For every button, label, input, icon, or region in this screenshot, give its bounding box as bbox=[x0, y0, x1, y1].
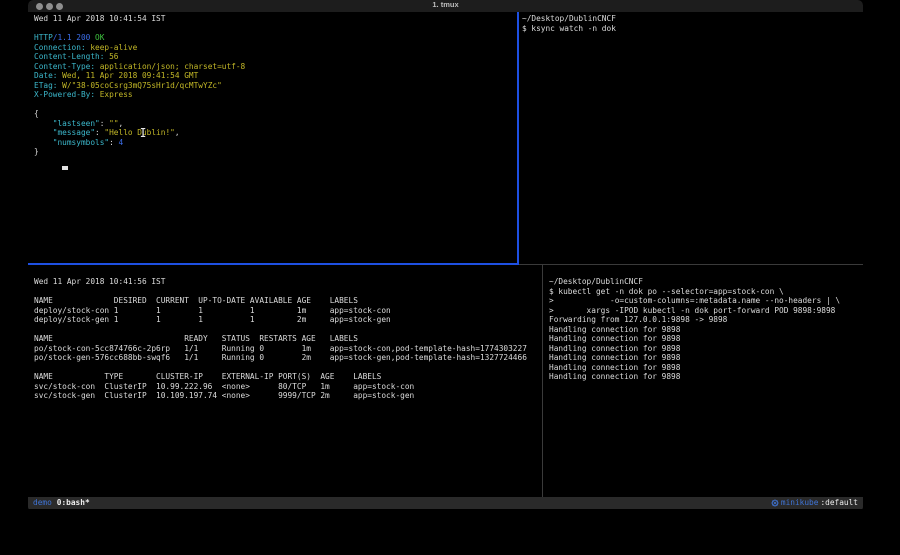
terminal-line: deploy/stock-gen 1 1 1 1 2m app=stock-ge… bbox=[34, 315, 542, 325]
desktop-background: 1. tmux Wed 11 Apr 2018 10:41:54 IST HTT… bbox=[0, 0, 900, 555]
terminal-line: po/stock-gen-576cc688bb-swqf6 1/1 Runnin… bbox=[34, 353, 542, 363]
terminal-line: Content-Length: 56 bbox=[34, 52, 517, 62]
terminal-line: Content-Type: application/json; charset=… bbox=[34, 62, 517, 72]
terminal-line: Wed 11 Apr 2018 10:41:54 IST bbox=[34, 14, 517, 24]
terminal-line: deploy/stock-con 1 1 1 1 1m app=stock-co… bbox=[34, 306, 542, 316]
terminal-line: po/stock-con-5cc874766c-2p6rp 1/1 Runnin… bbox=[34, 344, 542, 354]
terminal-line: { bbox=[34, 109, 517, 119]
tmux-status-bar: demo 0:bash* minikube:default bbox=[28, 497, 863, 509]
terminal-line: ~/Desktop/DublinCNCF bbox=[549, 277, 863, 287]
terminal-line: ETag: W/"38-05coCsrg3mQ75sHr1d/qcMTwYZc" bbox=[34, 81, 517, 91]
terminal-cursor bbox=[62, 166, 68, 170]
terminal-line: ~/Desktop/DublinCNCF bbox=[522, 14, 863, 24]
terminal-line bbox=[34, 24, 517, 34]
terminal-line: Forwarding from 127.0.0.1:9898 -> 9898 bbox=[549, 315, 863, 325]
pane-kubectl-resources[interactable]: Wed 11 Apr 2018 10:41:56 IST NAME DESIRE… bbox=[28, 265, 542, 497]
terminal-window: 1. tmux Wed 11 Apr 2018 10:41:54 IST HTT… bbox=[28, 0, 863, 510]
terminal-line: Handling connection for 9898 bbox=[549, 344, 863, 354]
terminal-line: } bbox=[34, 147, 517, 157]
terminal-line: "lastseen": "", bbox=[34, 119, 517, 129]
status-right: minikube:default bbox=[771, 497, 858, 509]
pane-port-forward[interactable]: ~/Desktop/DublinCNCF$ kubectl get -n dok… bbox=[544, 265, 863, 497]
terminal-line: > xargs -IPOD kubectl -n dok port-forwar… bbox=[549, 306, 863, 316]
terminal-line: Handling connection for 9898 bbox=[549, 372, 863, 382]
terminal-line: NAME READY STATUS RESTARTS AGE LABELS bbox=[34, 334, 542, 344]
terminal-line: NAME DESIRED CURRENT UP-TO-DATE AVAILABL… bbox=[34, 296, 542, 306]
terminal-line: svc/stock-con ClusterIP 10.99.222.96 <no… bbox=[34, 382, 542, 392]
terminal-line: X-Powered-By: Express bbox=[34, 90, 517, 100]
pane-http-response[interactable]: Wed 11 Apr 2018 10:41:54 IST HTTP/1.1 20… bbox=[28, 12, 517, 263]
terminal-line bbox=[34, 325, 542, 335]
kube-context: minikube bbox=[781, 497, 819, 509]
mouse-cursor-ibeam bbox=[140, 127, 147, 138]
terminal-line: "message": "Hello Dublin!", bbox=[34, 128, 517, 138]
terminal-line bbox=[34, 287, 542, 297]
terminal-line: "numsymbols": 4 bbox=[34, 138, 517, 148]
terminal-line: Wed 11 Apr 2018 10:41:56 IST bbox=[34, 277, 542, 287]
session-name: demo bbox=[33, 497, 52, 509]
kube-namespace: :default bbox=[820, 497, 858, 509]
terminal-line: $ ksync watch -n dok bbox=[522, 24, 863, 34]
tmux-terminal: Wed 11 Apr 2018 10:41:54 IST HTTP/1.1 20… bbox=[28, 12, 863, 497]
terminal-line: > -o=custom-columns=:metadata.name --no-… bbox=[549, 296, 863, 306]
terminal-line: Connection: keep-alive bbox=[34, 43, 517, 53]
terminal-line: Handling connection for 9898 bbox=[549, 334, 863, 344]
terminal-line: Handling connection for 9898 bbox=[549, 363, 863, 373]
terminal-line: svc/stock-gen ClusterIP 10.109.197.74 <n… bbox=[34, 391, 542, 401]
terminal-line bbox=[34, 100, 517, 110]
window-title: 1. tmux bbox=[28, 0, 863, 12]
window-tab-bash[interactable]: 0:bash* bbox=[57, 497, 90, 509]
terminal-line: NAME TYPE CLUSTER-IP EXTERNAL-IP PORT(S)… bbox=[34, 372, 542, 382]
window-titlebar[interactable]: 1. tmux bbox=[28, 0, 863, 12]
terminal-line: HTTP/1.1 200 OK bbox=[34, 33, 517, 43]
terminal-line: $ kubectl get -n dok po --selector=app=s… bbox=[549, 287, 863, 297]
terminal-line bbox=[34, 363, 542, 373]
pane-ksync-watch[interactable]: ~/Desktop/DublinCNCF$ ksync watch -n dok bbox=[519, 12, 863, 263]
terminal-line: Handling connection for 9898 bbox=[549, 353, 863, 363]
terminal-line: Date: Wed, 11 Apr 2018 09:41:54 GMT bbox=[34, 71, 517, 81]
kubernetes-helm-icon bbox=[771, 499, 779, 507]
terminal-line: Handling connection for 9898 bbox=[549, 325, 863, 335]
pane-border-vertical-bottom[interactable] bbox=[542, 265, 543, 497]
